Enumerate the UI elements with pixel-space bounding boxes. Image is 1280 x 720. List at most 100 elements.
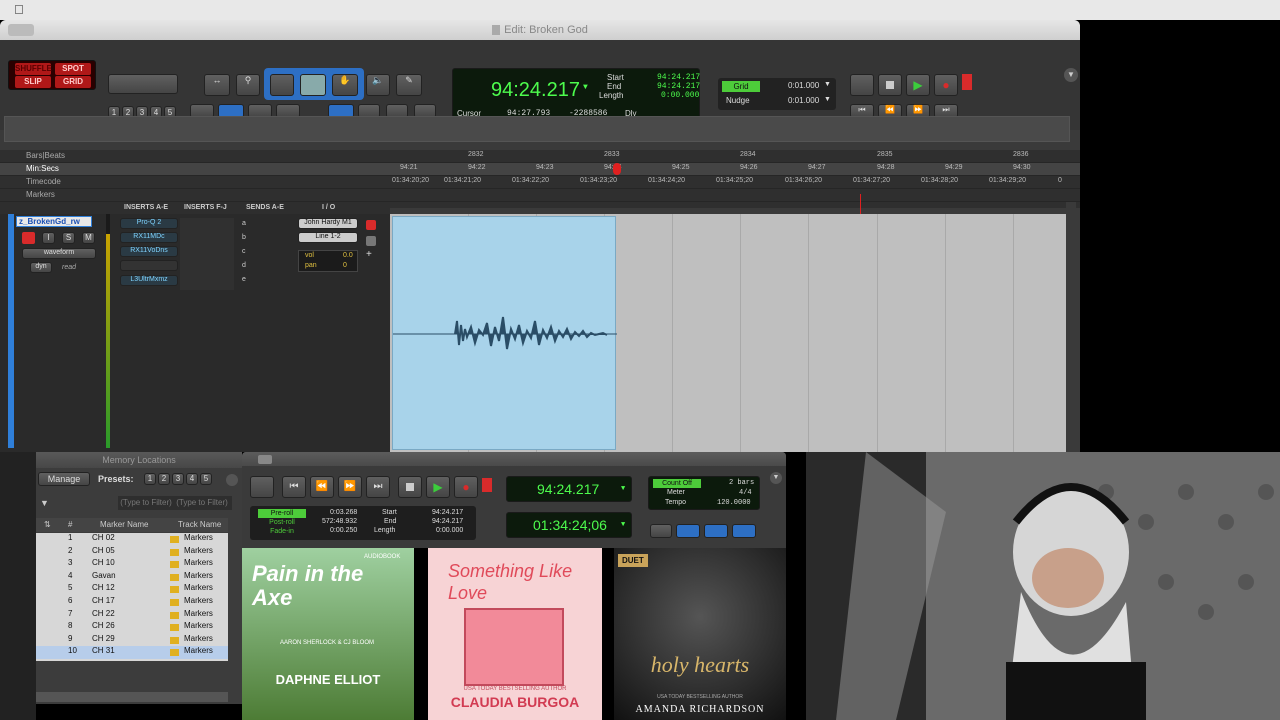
track-name-field[interactable]: z_BrokenGd_rw — [16, 216, 92, 227]
insert-slot[interactable]: L3UltrMxmz — [120, 275, 178, 286]
memory-preset-2[interactable]: 2 — [158, 473, 170, 485]
input-monitor-button[interactable]: I — [42, 232, 55, 244]
fadein-value[interactable]: 0:00.250 — [330, 527, 357, 534]
end-value[interactable]: 94:24.217 — [657, 82, 700, 91]
end-value[interactable]: 94:24.217 — [432, 518, 463, 525]
table-row[interactable]: 1 CH 02 Markers — [36, 533, 228, 546]
memory-preset-4[interactable]: 4 — [186, 473, 198, 485]
grid-button[interactable]: Grid — [722, 81, 760, 92]
num-column-header[interactable]: # — [68, 520, 72, 529]
manage-button[interactable]: Manage — [38, 472, 90, 486]
timecode-ruler[interactable]: Timecode 01:34:20;20 01:34:21;20 01:34:2… — [0, 176, 1080, 189]
midi-merge-button[interactable] — [676, 524, 700, 538]
min-secs-ruler[interactable]: Min:Secs 94:21 94:22 94:23 94:24 94:25 9… — [0, 163, 1080, 176]
table-row-selected[interactable]: 10 CH 31 Markers — [36, 646, 228, 659]
track-list-icon[interactable] — [366, 236, 376, 246]
chevron-down-icon[interactable]: ▼ — [824, 81, 831, 88]
postroll-label[interactable]: Post-roll — [258, 518, 306, 527]
grabber-tool-button[interactable]: ✋ — [332, 74, 358, 96]
record-button[interactable]: ● — [934, 74, 958, 96]
add-icon[interactable]: + — [366, 250, 376, 260]
table-row[interactable]: 8 CH 26 Markers — [36, 621, 228, 634]
marker-name-column-header[interactable]: Marker Name — [100, 520, 148, 529]
send-slot[interactable]: b — [242, 234, 246, 241]
automation-mode[interactable]: read — [62, 264, 76, 271]
record-indicator-icon[interactable] — [366, 220, 376, 230]
vertical-scrollbar[interactable] — [1066, 202, 1076, 452]
insert-slot[interactable]: Pro-Q 2 — [120, 218, 178, 229]
tempo-map-button[interactable] — [732, 524, 756, 538]
nudge-label[interactable]: Nudge — [726, 96, 750, 105]
shuffle-mode-button[interactable]: SHUFFLE — [15, 63, 52, 75]
menu-icon[interactable] — [226, 474, 238, 486]
chevron-down-icon[interactable]: ▼ — [824, 96, 831, 103]
record-button[interactable]: ● — [454, 476, 478, 498]
pencil-tool-button[interactable]: ✎ — [396, 74, 422, 96]
playhead-marker[interactable] — [613, 163, 621, 175]
track-name-column-header[interactable]: Track Name — [178, 520, 221, 529]
memory-preset-1[interactable]: 1 — [144, 473, 156, 485]
table-row[interactable]: 4 Gavan Markers — [36, 571, 228, 584]
sort-icon[interactable]: ⇅ — [44, 520, 51, 529]
tempo-value[interactable]: 120.0000 — [717, 499, 751, 507]
length-value[interactable]: 0:00.000 — [661, 91, 699, 100]
apple-icon[interactable]:  — [14, 2, 24, 17]
table-row[interactable]: 7 CH 22 Markers — [36, 609, 228, 622]
audio-clip[interactable] — [392, 216, 617, 450]
stop-button[interactable] — [878, 74, 902, 96]
table-row[interactable]: 9 CH 29 Markers — [36, 634, 228, 647]
record-enable-button[interactable] — [22, 232, 35, 244]
send-slot[interactable]: d — [242, 262, 246, 269]
transport-main-counter[interactable]: 94:24.217 ▼ — [506, 476, 632, 502]
chevron-down-icon[interactable]: ▼ — [583, 83, 588, 92]
trim-tool-button[interactable] — [270, 74, 294, 96]
filter-icon[interactable]: ▼ — [40, 498, 54, 512]
count-off-value[interactable]: 2 bars — [729, 479, 754, 487]
length-value[interactable]: 0:00.000 — [436, 527, 463, 534]
track-filter-input[interactable]: (Type to Filter) — [172, 496, 232, 510]
play-button[interactable]: ▶ — [906, 74, 930, 96]
track-view-selector[interactable]: waveform — [22, 248, 96, 259]
zoom-controls[interactable] — [108, 74, 178, 94]
transport-menu-icon[interactable]: ▼ — [770, 472, 782, 484]
transport-sub-counter[interactable]: 01:34:24;06 ▼ — [506, 512, 632, 538]
metronome-button[interactable] — [650, 524, 672, 538]
mute-button[interactable]: M — [82, 232, 95, 244]
nudge-value[interactable]: 0:01.000 — [788, 96, 819, 105]
chevron-down-icon[interactable]: ▼ — [621, 521, 625, 529]
zoomer-tool-button[interactable]: ↔ — [204, 74, 230, 96]
window-menu-button[interactable] — [8, 24, 34, 36]
stop-button[interactable] — [398, 476, 422, 498]
send-slot[interactable]: c — [242, 248, 246, 255]
inserts-fj-column[interactable] — [180, 218, 234, 290]
grid-mode-button[interactable]: GRID — [55, 76, 91, 88]
online-button[interactable] — [250, 476, 274, 498]
start-value[interactable]: 94:24.217 — [657, 73, 700, 82]
start-value[interactable]: 94:24.217 — [432, 509, 463, 516]
input-selector[interactable]: John Hardy M1 — [298, 218, 358, 229]
fadein-label[interactable]: Fade-in — [258, 527, 306, 536]
count-off-button[interactable]: Count Off — [653, 479, 701, 488]
preroll-value[interactable]: 0:03.268 — [330, 509, 357, 516]
table-row[interactable]: 3 CH 10 Markers — [36, 558, 228, 571]
insert-slot[interactable]: RX11MDc — [120, 232, 178, 243]
preroll-label[interactable]: Pre-roll — [258, 509, 306, 518]
go-to-end-button[interactable]: ⏭ — [366, 476, 390, 498]
markers-ruler[interactable]: Markers — [0, 189, 1080, 202]
window-menu-button[interactable] — [258, 455, 272, 464]
solo-button[interactable]: S — [62, 232, 75, 244]
pan-value[interactable]: 0 — [343, 262, 347, 269]
online-button[interactable] — [850, 74, 874, 96]
rewind-button[interactable]: ⏪ — [310, 476, 334, 498]
marker-filter-input[interactable]: (Type to Filter) — [118, 496, 174, 510]
memory-preset-3[interactable]: 3 — [172, 473, 184, 485]
play-button[interactable]: ▶ — [426, 476, 450, 498]
memory-preset-5[interactable]: 5 — [200, 473, 212, 485]
send-slot[interactable]: e — [242, 276, 246, 283]
horizontal-scrollbar[interactable] — [36, 692, 228, 702]
insert-slot[interactable]: RX11VoDns — [120, 246, 178, 257]
dyn-button[interactable]: dyn — [30, 262, 52, 273]
send-slot[interactable]: a — [242, 220, 246, 227]
universe-view[interactable] — [4, 116, 1070, 142]
grid-value[interactable]: 0:01.000 — [788, 81, 819, 90]
